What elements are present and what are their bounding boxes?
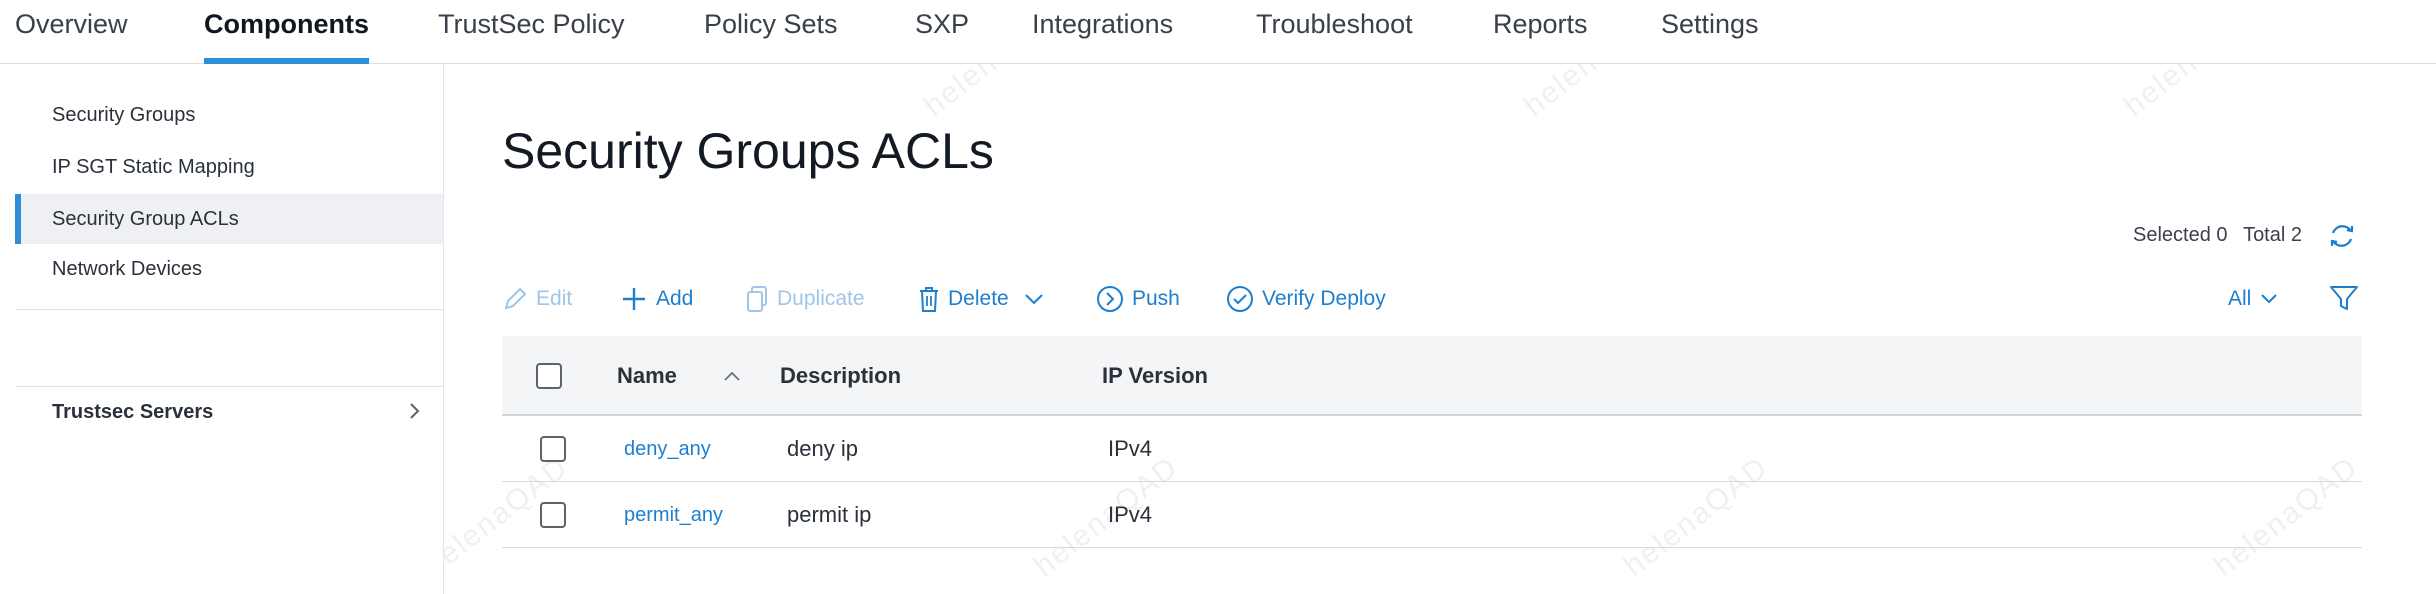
column-header-ip-version[interactable]: IP Version — [1102, 336, 1208, 416]
tab-troubleshoot[interactable]: Troubleshoot — [1256, 0, 1413, 64]
plus-icon — [623, 288, 645, 310]
table-row: permit_any permit ip IPv4 — [502, 482, 2362, 548]
top-nav: Overview Components TrustSec Policy Poli… — [0, 0, 2436, 64]
delete-label: Delete — [948, 287, 1009, 310]
column-header-description[interactable]: Description — [780, 336, 901, 416]
select-all-checkbox[interactable] — [536, 363, 562, 389]
chevron-down-icon — [2261, 294, 2278, 304]
tab-policy-sets[interactable]: Policy Sets — [704, 0, 838, 64]
sidebar-divider — [15, 309, 443, 310]
tab-reports[interactable]: Reports — [1493, 0, 1588, 64]
acl-ip-version: IPv4 — [1108, 436, 1153, 461]
push-label: Push — [1132, 287, 1180, 310]
row-checkbox[interactable] — [540, 436, 566, 462]
acl-description: permit ip — [787, 502, 872, 527]
acl-description: deny ip — [787, 436, 858, 461]
table-header: Name Description IP Version — [502, 336, 2362, 416]
tab-overview[interactable]: Overview — [15, 0, 128, 64]
sidebar-item-security-group-acls[interactable]: Security Group ACLs — [15, 194, 443, 244]
pencil-icon — [504, 287, 527, 310]
sidebar-item-ip-sgt-static-mapping[interactable]: IP SGT Static Mapping — [15, 142, 443, 192]
refresh-icon[interactable] — [2327, 221, 2357, 251]
filter-all-dropdown[interactable]: All — [2228, 282, 2279, 316]
edit-label: Edit — [536, 287, 573, 310]
column-header-name[interactable]: Name — [617, 336, 677, 416]
column-header-name-label: Name — [617, 363, 677, 388]
sidebar-item-network-devices[interactable]: Network Devices — [15, 244, 443, 294]
acl-ip-version: IPv4 — [1108, 502, 1153, 527]
verify-deploy-button[interactable]: Verify Deploy — [1226, 282, 1386, 316]
edit-button[interactable]: Edit — [502, 282, 572, 316]
chevron-right-icon — [410, 403, 420, 419]
total-count: Total 2 — [2243, 224, 2302, 246]
duplicate-button[interactable]: Duplicate — [745, 282, 865, 316]
sort-ascending-icon[interactable] — [722, 366, 742, 386]
page-title: Security Groups ACLs — [502, 123, 994, 179]
add-label: Add — [656, 287, 694, 310]
selection-summary: Selected 0 Total 2 — [2123, 224, 2302, 247]
sidebar-divider — [15, 386, 443, 387]
table-row: deny_any deny ip IPv4 — [502, 416, 2362, 482]
sidebar-group-label: Trustsec Servers — [52, 401, 214, 423]
sidebar-item-security-groups[interactable]: Security Groups — [15, 90, 443, 140]
copy-icon — [747, 286, 767, 312]
filter-icon[interactable] — [2328, 282, 2360, 314]
tab-settings[interactable]: Settings — [1661, 0, 1759, 64]
tab-integrations[interactable]: Integrations — [1032, 0, 1173, 64]
tab-trustsec-policy[interactable]: TrustSec Policy — [438, 0, 625, 64]
push-button[interactable]: Push — [1096, 282, 1180, 316]
row-checkbox[interactable] — [540, 502, 566, 528]
tab-sxp[interactable]: SXP — [915, 0, 969, 64]
acl-name-link[interactable]: permit_any — [624, 482, 723, 548]
delete-button[interactable]: Delete — [918, 282, 1053, 316]
selected-count: Selected 0 — [2132, 224, 2228, 246]
tab-components[interactable]: Components — [204, 0, 369, 64]
arrow-circle-right-icon — [1097, 286, 1123, 312]
sidebar: Security Groups IP SGT Static Mapping Se… — [15, 64, 444, 594]
chevron-down-icon — [1024, 294, 1043, 305]
add-button[interactable]: Add — [620, 282, 693, 316]
filter-all-label: All — [2228, 287, 2252, 310]
check-circle-icon — [1227, 286, 1253, 312]
trash-icon — [920, 287, 938, 312]
acl-name-link[interactable]: deny_any — [624, 416, 711, 482]
duplicate-label: Duplicate — [777, 287, 865, 310]
verify-deploy-label: Verify Deploy — [1262, 287, 1386, 310]
